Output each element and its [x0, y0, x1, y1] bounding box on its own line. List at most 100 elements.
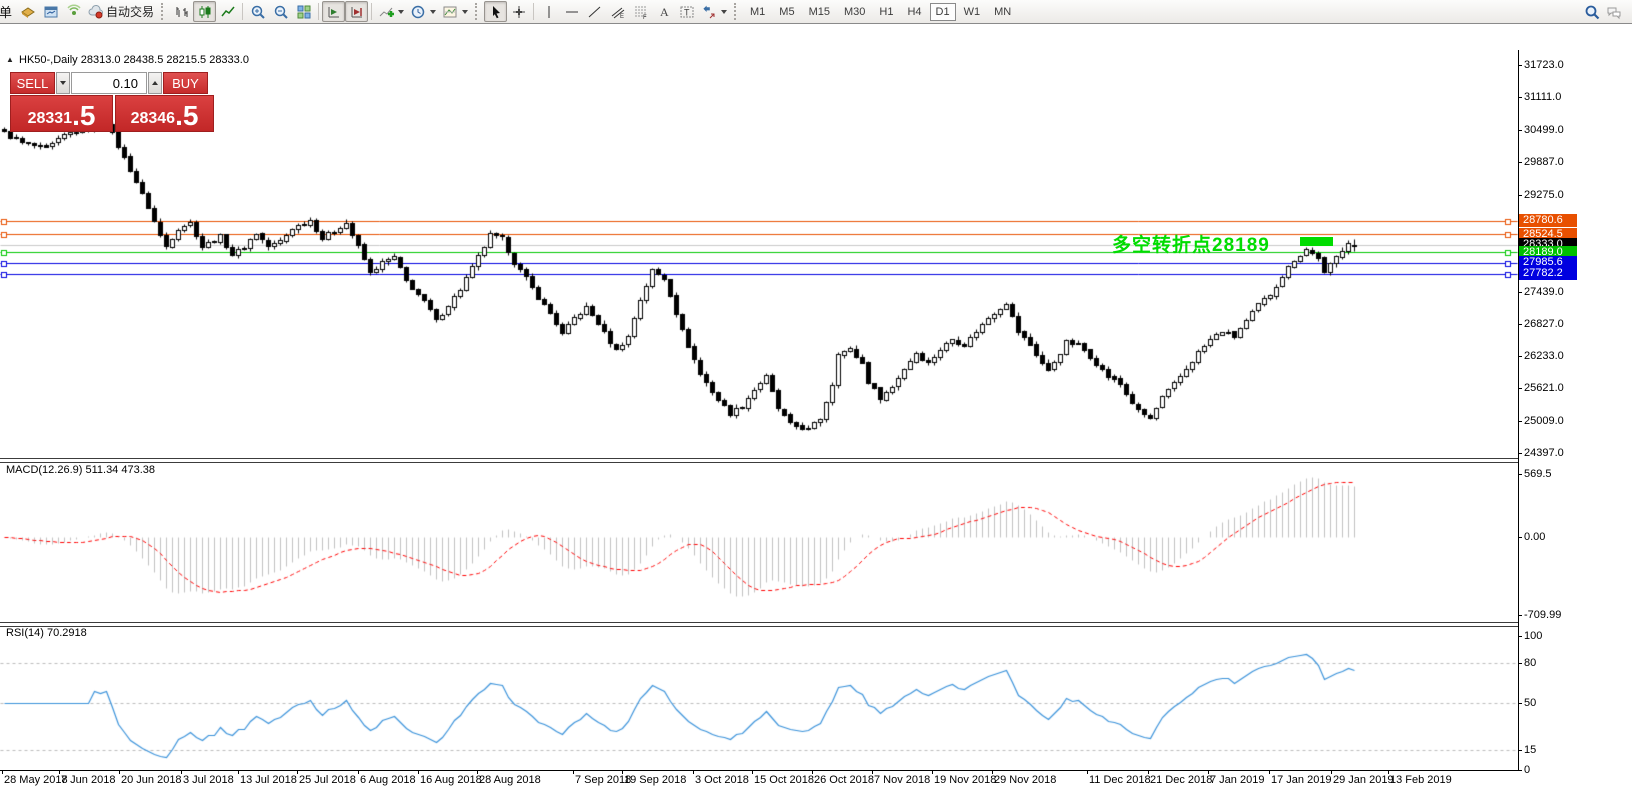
svg-text:A: A [660, 5, 669, 19]
tab-timeframe-m15[interactable]: M15 [803, 3, 836, 21]
date-tick [573, 770, 574, 774]
cursor-button[interactable] [484, 1, 508, 22]
date-label: 29 Nov 2018 [994, 774, 1057, 786]
cursor-icon [488, 4, 504, 20]
zoom-in-button[interactable] [246, 1, 269, 22]
axis-tick [1518, 356, 1522, 357]
order-label[interactable]: 单 [0, 2, 13, 21]
toolbar-grip[interactable] [161, 3, 166, 20]
axis-tick [1518, 770, 1522, 771]
periods-button[interactable] [407, 1, 439, 22]
sell-button[interactable]: SELL [10, 72, 55, 94]
tab-timeframe-m5[interactable]: M5 [773, 3, 800, 21]
price-tick-label: 29887.0 [1524, 156, 1564, 168]
text-label-button[interactable]: T [675, 1, 698, 22]
caret-up-icon [152, 81, 158, 85]
rsi-tick-label: 80 [1524, 657, 1537, 669]
panel-separator[interactable] [0, 458, 1518, 463]
hline-icon [564, 4, 580, 20]
vertical-line-button[interactable] [537, 1, 560, 22]
zoom-out-button[interactable] [269, 1, 292, 22]
buy-price-display[interactable]: 28346.5 [115, 95, 214, 132]
date-label: 7 Nov 2018 [874, 774, 931, 786]
bar-chart-button[interactable] [170, 1, 193, 22]
zoom-in-icon [250, 4, 266, 20]
date-label: 20 Jun 2018 [121, 774, 182, 786]
toolbar-separator [371, 3, 373, 20]
toolbar-grip[interactable] [734, 3, 739, 20]
volume-input[interactable] [71, 72, 147, 94]
chat-icon[interactable] [1606, 4, 1622, 20]
date-label: 3 Jul 2018 [183, 774, 234, 786]
indicators-button[interactable] [375, 1, 407, 22]
crosshair-button[interactable] [507, 1, 530, 22]
axis-tick [1518, 663, 1522, 664]
fibonacci-icon: F [633, 4, 649, 20]
candlestick-chart-button[interactable] [193, 1, 217, 22]
auto-scroll-button[interactable] [322, 1, 346, 22]
tab-timeframe-mn[interactable]: MN [988, 3, 1017, 21]
axis-tick [1518, 195, 1522, 196]
price-tick-label: 24397.0 [1524, 447, 1564, 459]
dropdown-caret-icon[interactable] [721, 9, 728, 14]
sell-price-display[interactable]: 28331.5 [10, 95, 113, 132]
volume-decrease-button[interactable] [56, 72, 70, 94]
tile-windows-icon [296, 4, 312, 20]
dropdown-caret-icon[interactable] [430, 9, 437, 14]
date-label: 13 Feb 2019 [1390, 774, 1452, 786]
price-chart-canvas[interactable] [0, 50, 1518, 770]
new-order-button[interactable] [16, 1, 39, 22]
toolbar-grip[interactable] [475, 3, 480, 20]
autotrading-button[interactable]: 自动交易 [85, 1, 157, 22]
signals-button[interactable] [62, 1, 85, 22]
annotation-highlight-box[interactable] [1300, 237, 1333, 246]
macd-tick-label: 569.5 [1524, 468, 1552, 480]
macd-label: MACD(12.26.9) 511.34 473.38 [6, 464, 155, 476]
date-tick [1269, 770, 1270, 774]
periods-clock-icon [410, 4, 426, 20]
toolbar-separator [242, 3, 244, 20]
date-label: 11 Dec 2018 [1089, 774, 1151, 786]
toolbar-separator [533, 3, 535, 20]
price-tick-label: 25621.0 [1524, 382, 1564, 394]
price-tick-label: 27439.0 [1524, 286, 1564, 298]
svg-text:F: F [643, 15, 647, 20]
tab-timeframe-w1[interactable]: W1 [958, 3, 987, 21]
tab-timeframe-h4[interactable]: H4 [901, 3, 927, 21]
buy-button[interactable]: BUY [163, 72, 208, 94]
text-button[interactable]: A [652, 1, 675, 22]
tab-timeframe-h1[interactable]: H1 [873, 3, 899, 21]
tab-timeframe-d1[interactable]: D1 [929, 2, 956, 21]
toolbar-separator [318, 3, 320, 20]
rsi-tick-label: 0 [1524, 764, 1531, 776]
channel-button[interactable]: E [606, 1, 629, 22]
toolbar-right-icons [1584, 4, 1630, 20]
collapse-panel-arrow[interactable]: ▲ [6, 55, 14, 64]
market-watch-button[interactable] [39, 1, 62, 22]
annotation-text[interactable]: 多空转折点28189 [1112, 230, 1270, 257]
bar-chart-icon [174, 4, 190, 20]
horizontal-line-button[interactable] [560, 1, 583, 22]
date-label: 16 Aug 2018 [420, 774, 482, 786]
fibonacci-button[interactable]: F [629, 1, 652, 22]
date-tick [872, 770, 873, 774]
date-label: 28 May 2018 [4, 774, 68, 786]
search-icon[interactable] [1584, 4, 1600, 20]
dropdown-caret-icon[interactable] [398, 9, 405, 14]
dropdown-caret-icon[interactable] [462, 9, 469, 14]
trendline-button[interactable] [583, 1, 606, 22]
axis-tick [1518, 162, 1522, 163]
axis-tick [1518, 750, 1522, 751]
chart-shift-button[interactable] [345, 1, 369, 22]
tab-timeframe-m30[interactable]: M30 [838, 3, 871, 21]
svg-text:T: T [684, 7, 690, 17]
panel-separator[interactable] [0, 622, 1518, 627]
volume-increase-button[interactable] [148, 72, 162, 94]
market-watch-icon [43, 4, 59, 20]
line-chart-button[interactable] [216, 1, 239, 22]
tab-timeframe-m1[interactable]: M1 [744, 3, 771, 21]
trendline-icon [587, 4, 603, 20]
arrows-button[interactable] [698, 1, 730, 22]
tile-windows-button[interactable] [292, 1, 315, 22]
templates-button[interactable] [439, 1, 471, 22]
